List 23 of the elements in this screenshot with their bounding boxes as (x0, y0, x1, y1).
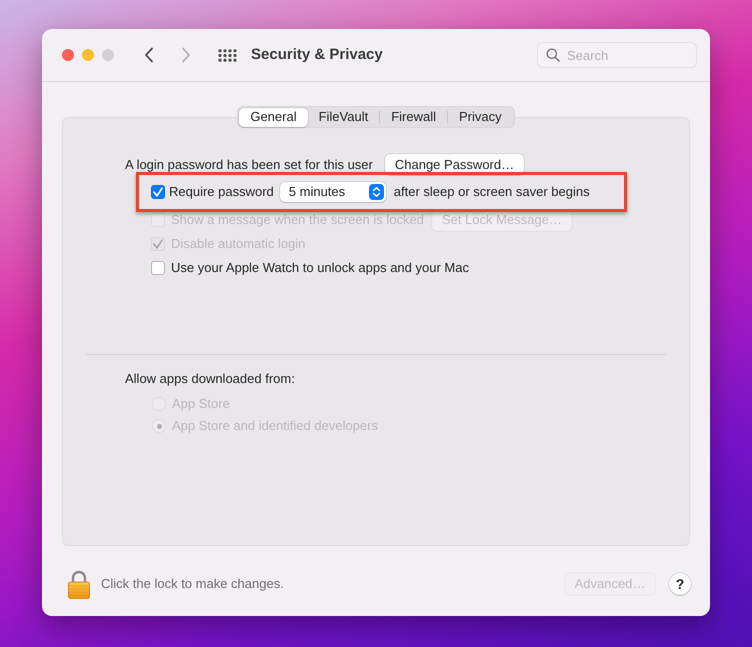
option-label: Require password (169, 184, 274, 200)
grid-icon[interactable] (218, 48, 237, 62)
tab[interactable]: FileVault (308, 108, 380, 126)
window-title: Security & Privacy (251, 46, 383, 64)
minimize-button[interactable] (82, 49, 94, 61)
search-field[interactable]: Search (537, 42, 697, 68)
tab[interactable]: Privacy (448, 108, 513, 126)
search-icon (546, 48, 560, 62)
help-button[interactable]: ? (669, 573, 691, 595)
checkbox[interactable] (151, 261, 165, 275)
option-label: Use your Apple Watch to unlock apps and your Mac (171, 260, 469, 276)
tab[interactable]: Firewall (380, 108, 448, 126)
stepper-icon (368, 184, 384, 200)
delay-popup[interactable]: 5 minutes (280, 182, 386, 202)
option-suffix: after sleep or screen saver begins (394, 184, 590, 200)
chevron-left-icon (144, 47, 154, 63)
lock-hint-text: Click the lock to make changes. (101, 576, 284, 592)
close-button[interactable] (62, 49, 74, 61)
login-status-text: A login password has been set for this user (125, 156, 373, 172)
downloads-heading: Allow apps downloaded from: (125, 371, 295, 387)
tab[interactable]: General (239, 108, 308, 126)
padlock-icon[interactable] (67, 569, 91, 599)
chevron-right-icon (181, 47, 191, 63)
